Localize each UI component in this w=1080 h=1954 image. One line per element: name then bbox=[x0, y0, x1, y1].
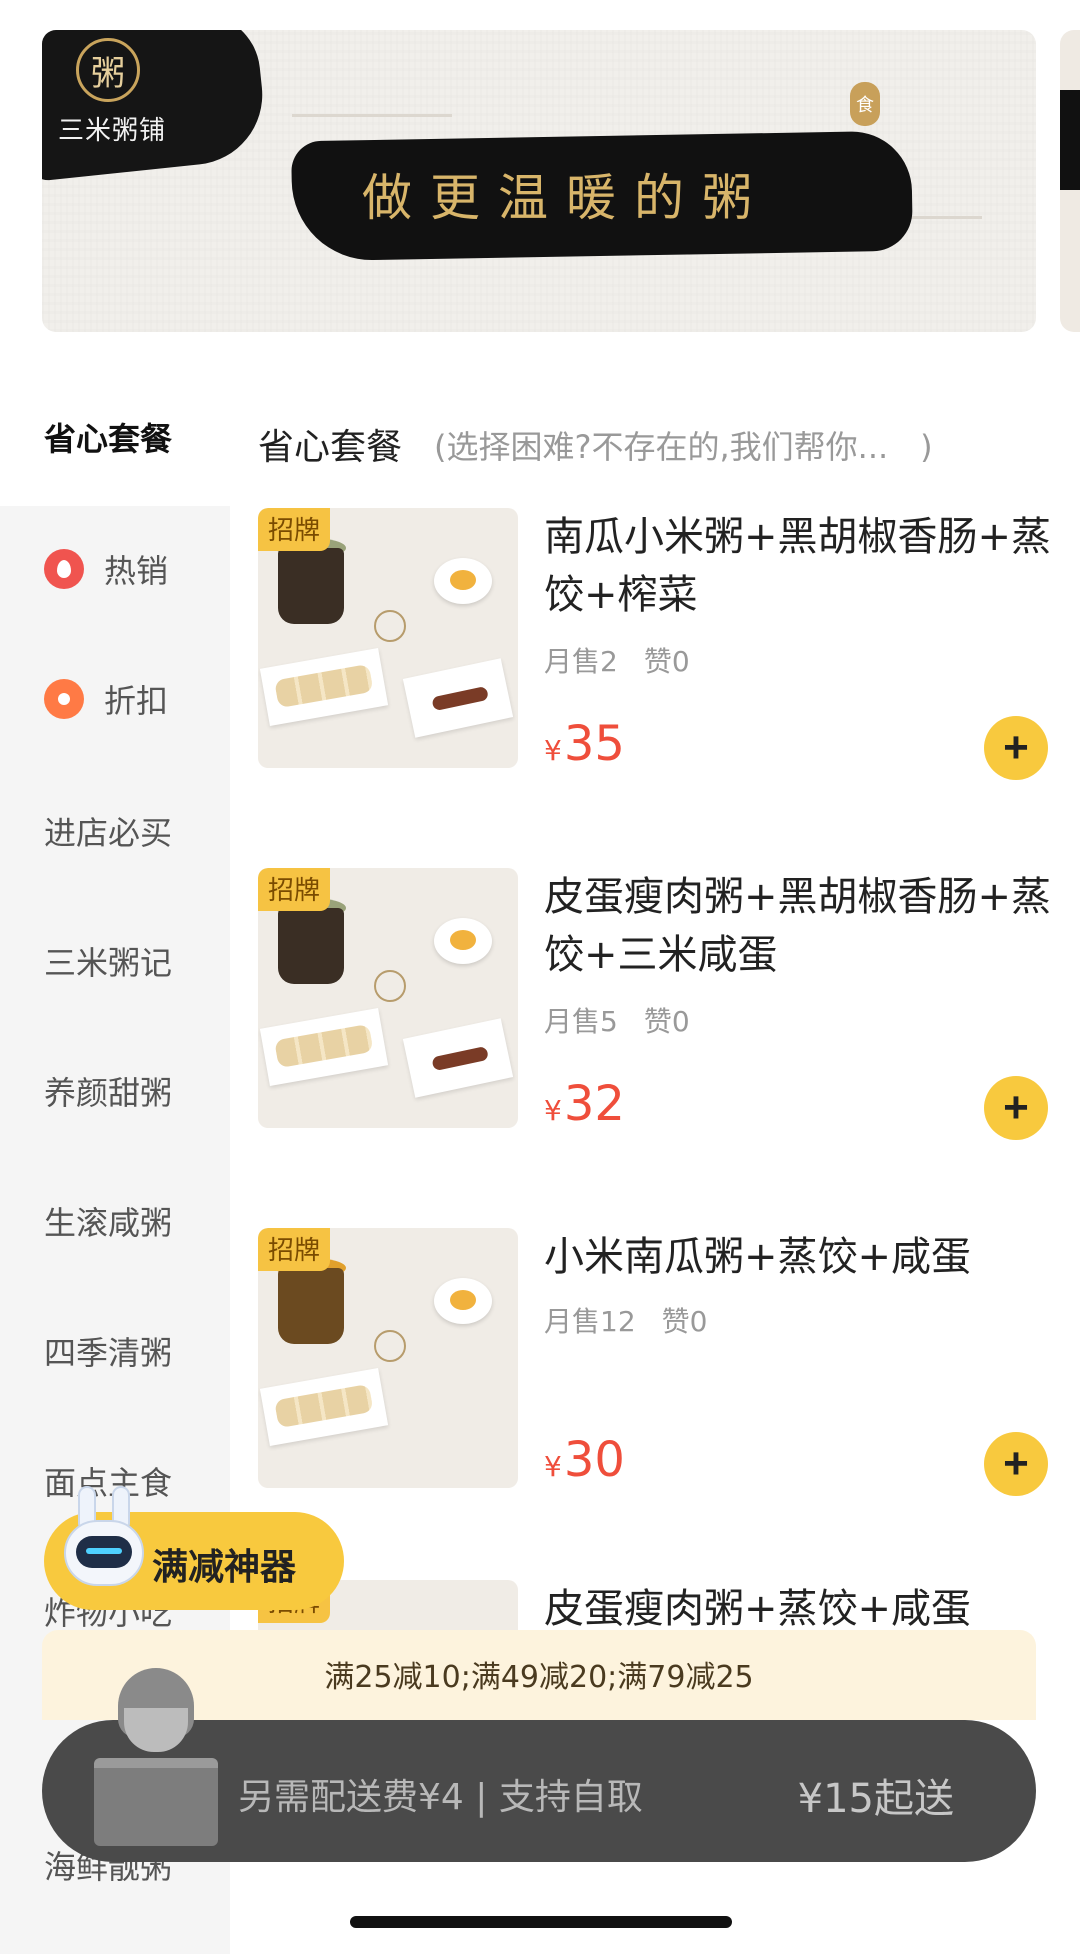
product-price: ¥30 bbox=[544, 1436, 625, 1484]
price-value: 35 bbox=[563, 716, 625, 772]
product-price: ¥35 bbox=[544, 720, 625, 768]
cart-bar[interactable]: 另需配送费¥4 | 支持自取 ¥15起送 bbox=[42, 1668, 1036, 1862]
product-item[interactable]: 招牌 皮蛋瘦肉粥+黑胡椒香肠+蒸饺+三米咸蛋 月售5 赞0 ¥32 + bbox=[258, 868, 1080, 1168]
delivery-fee-text: 另需配送费¥4 | 支持自取 bbox=[238, 1777, 643, 1818]
salted-egg-image bbox=[434, 918, 492, 964]
banner-decor-line bbox=[292, 114, 452, 117]
price-value: 32 bbox=[563, 1076, 625, 1132]
fire-icon bbox=[44, 549, 84, 589]
like-count: 赞0 bbox=[643, 645, 690, 678]
signature-badge: 招牌 bbox=[258, 508, 331, 551]
courier-face bbox=[124, 1708, 188, 1752]
product-name: 小米南瓜粥+蒸饺+咸蛋 bbox=[544, 1234, 972, 1280]
sausage-image bbox=[402, 658, 514, 738]
sidebar-item-label: 折扣 bbox=[104, 682, 169, 720]
discount-helper-label: 满减神器 bbox=[152, 1547, 297, 1588]
currency-symbol: ¥ bbox=[544, 734, 562, 767]
product-meta: 月售5 赞0 bbox=[544, 1000, 690, 1040]
brand-seal-image bbox=[374, 1330, 406, 1362]
product-name: 皮蛋瘦肉粥+黑胡椒香肠+蒸饺+三米咸蛋 bbox=[544, 874, 1052, 978]
robot-visor bbox=[76, 1536, 132, 1568]
product-meta: 月售12 赞0 bbox=[544, 1300, 707, 1340]
discount-helper-button[interactable]: 满减神器 bbox=[44, 1486, 344, 1610]
banner-seal: 食 bbox=[850, 82, 880, 126]
porridge-cup-image bbox=[278, 548, 344, 624]
monthly-sales: 月售2 bbox=[544, 645, 618, 678]
signature-badge: 招牌 bbox=[258, 868, 331, 911]
robot-mascot-icon bbox=[54, 1486, 154, 1596]
dumplings-image bbox=[259, 1008, 389, 1086]
like-count: 赞0 bbox=[661, 1305, 708, 1338]
delivery-courier-icon[interactable] bbox=[94, 1668, 218, 1846]
brand-seal-image bbox=[374, 610, 406, 642]
store-banner[interactable]: 粥 三米粥铺 做更温暖的粥 食 bbox=[42, 30, 1036, 332]
sidebar-item-discount[interactable]: 折扣 bbox=[44, 676, 168, 722]
sidebar-item-label: 生滚咸粥 bbox=[44, 1204, 173, 1242]
discount-tag-icon bbox=[44, 679, 84, 719]
home-indicator[interactable] bbox=[350, 1916, 732, 1928]
sausage-image bbox=[402, 1018, 514, 1098]
product-name: 南瓜小米粥+黑胡椒香肠+蒸饺+榨菜 bbox=[544, 514, 1052, 618]
sidebar-item-label: 四季清粥 bbox=[44, 1334, 173, 1372]
product-item[interactable]: 招牌 南瓜小米粥+黑胡椒香肠+蒸饺+榨菜 月售2 赞0 ¥35 + bbox=[258, 508, 1080, 808]
currency-symbol: ¥ bbox=[544, 1450, 562, 1483]
sidebar-item-sweet[interactable]: 养颜甜粥 bbox=[44, 1068, 172, 1114]
sidebar-item-label: 养颜甜粥 bbox=[44, 1074, 173, 1112]
product-meta: 月售2 赞0 bbox=[544, 640, 690, 680]
product-image[interactable]: 招牌 bbox=[258, 868, 518, 1128]
signature-badge: 招牌 bbox=[258, 1228, 331, 1271]
price-value: 30 bbox=[563, 1432, 625, 1488]
monthly-sales: 月售5 bbox=[544, 1005, 618, 1038]
porridge-cup-image bbox=[278, 1268, 344, 1344]
salted-egg-image bbox=[434, 558, 492, 604]
discount-rules: 满25减10;满49减20;满79减25 bbox=[324, 1660, 754, 1695]
currency-symbol: ¥ bbox=[544, 1094, 562, 1127]
sidebar-item-sanmi[interactable]: 三米粥记 bbox=[44, 938, 172, 984]
sidebar-item-active[interactable]: 省心套餐 bbox=[44, 414, 172, 460]
brand-seal-image bbox=[374, 970, 406, 1002]
porridge-cup-image bbox=[278, 908, 344, 984]
section-description: (选择困难?不存在的,我们帮你... ) bbox=[434, 428, 933, 466]
delivery-box bbox=[94, 1758, 218, 1846]
min-order-button[interactable]: ¥15起送 bbox=[798, 1766, 954, 1824]
sidebar-item-hot[interactable]: 热销 bbox=[44, 546, 168, 592]
sidebar-item-label: 三米粥记 bbox=[44, 944, 173, 982]
section-title: 省心套餐 bbox=[258, 427, 403, 468]
sidebar-item-savory[interactable]: 生滚咸粥 bbox=[44, 1198, 172, 1244]
sidebar-item-plain[interactable]: 四季清粥 bbox=[44, 1328, 172, 1374]
sidebar-item-label: 热销 bbox=[104, 552, 169, 590]
product-item[interactable]: 招牌 小米南瓜粥+蒸饺+咸蛋 月售12 赞0 ¥30 + bbox=[258, 1228, 1080, 1508]
product-image[interactable]: 招牌 bbox=[258, 1228, 518, 1488]
dumplings-image bbox=[259, 1368, 389, 1446]
product-price: ¥32 bbox=[544, 1080, 625, 1128]
add-to-cart-button[interactable]: + bbox=[984, 716, 1048, 780]
banner-ink-brush bbox=[1060, 90, 1080, 190]
like-count: 赞0 bbox=[643, 1005, 690, 1038]
store-logo-text: 三米粥铺 bbox=[58, 116, 167, 146]
add-to-cart-button[interactable]: + bbox=[984, 1432, 1048, 1496]
salted-egg-image bbox=[434, 1278, 492, 1324]
product-image[interactable]: 招牌 bbox=[258, 508, 518, 768]
add-to-cart-button[interactable]: + bbox=[984, 1076, 1048, 1140]
banner-slogan: 做更温暖的粥 bbox=[362, 169, 770, 227]
sidebar-item-must-buy[interactable]: 进店必买 bbox=[44, 808, 172, 854]
next-banner-peek[interactable] bbox=[1060, 30, 1080, 332]
store-logo: 粥 bbox=[76, 38, 140, 102]
dumplings-image bbox=[259, 648, 389, 726]
monthly-sales: 月售12 bbox=[544, 1305, 636, 1338]
sidebar-item-label: 进店必买 bbox=[44, 814, 173, 852]
